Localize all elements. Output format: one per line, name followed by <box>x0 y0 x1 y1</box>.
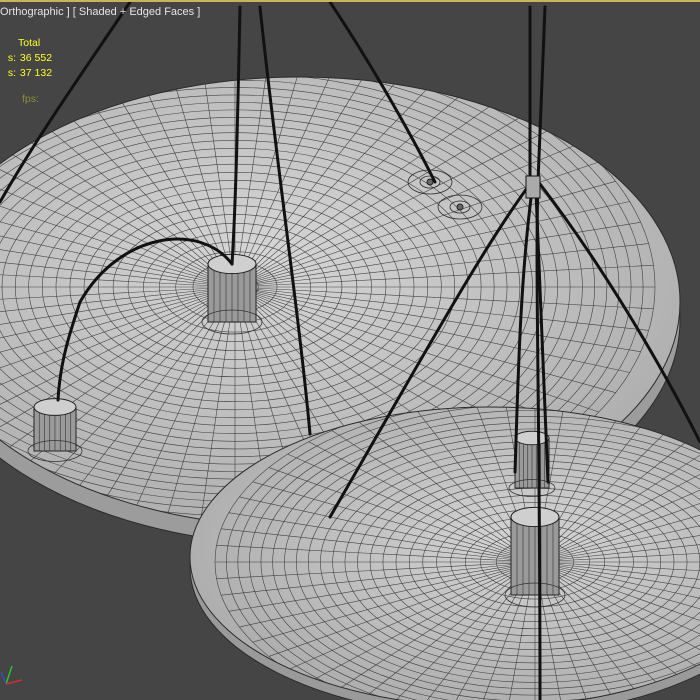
view-type-label[interactable]: Orthographic ] <box>0 6 70 18</box>
lamp-model-scene[interactable] <box>0 2 700 700</box>
shading-mode-label[interactable]: [ Shaded + Edged Faces ] <box>73 6 201 18</box>
axis-tripod-icon <box>0 665 23 685</box>
fps-label: fps: <box>22 93 39 105</box>
stats-header: Total <box>18 37 41 49</box>
verts-value: 37 132 <box>19 67 53 79</box>
viewport-orthographic[interactable]: Orthographic ] [ Shaded + Edged Faces ] … <box>0 0 700 700</box>
stats-row-polys: s: 36 552 <box>7 52 53 64</box>
stats-row-verts: s: 37 132 <box>7 67 53 79</box>
viewport-label[interactable]: Orthographic ] [ Shaded + Edged Faces ] <box>0 6 200 18</box>
polys-value: 36 552 <box>19 52 53 64</box>
